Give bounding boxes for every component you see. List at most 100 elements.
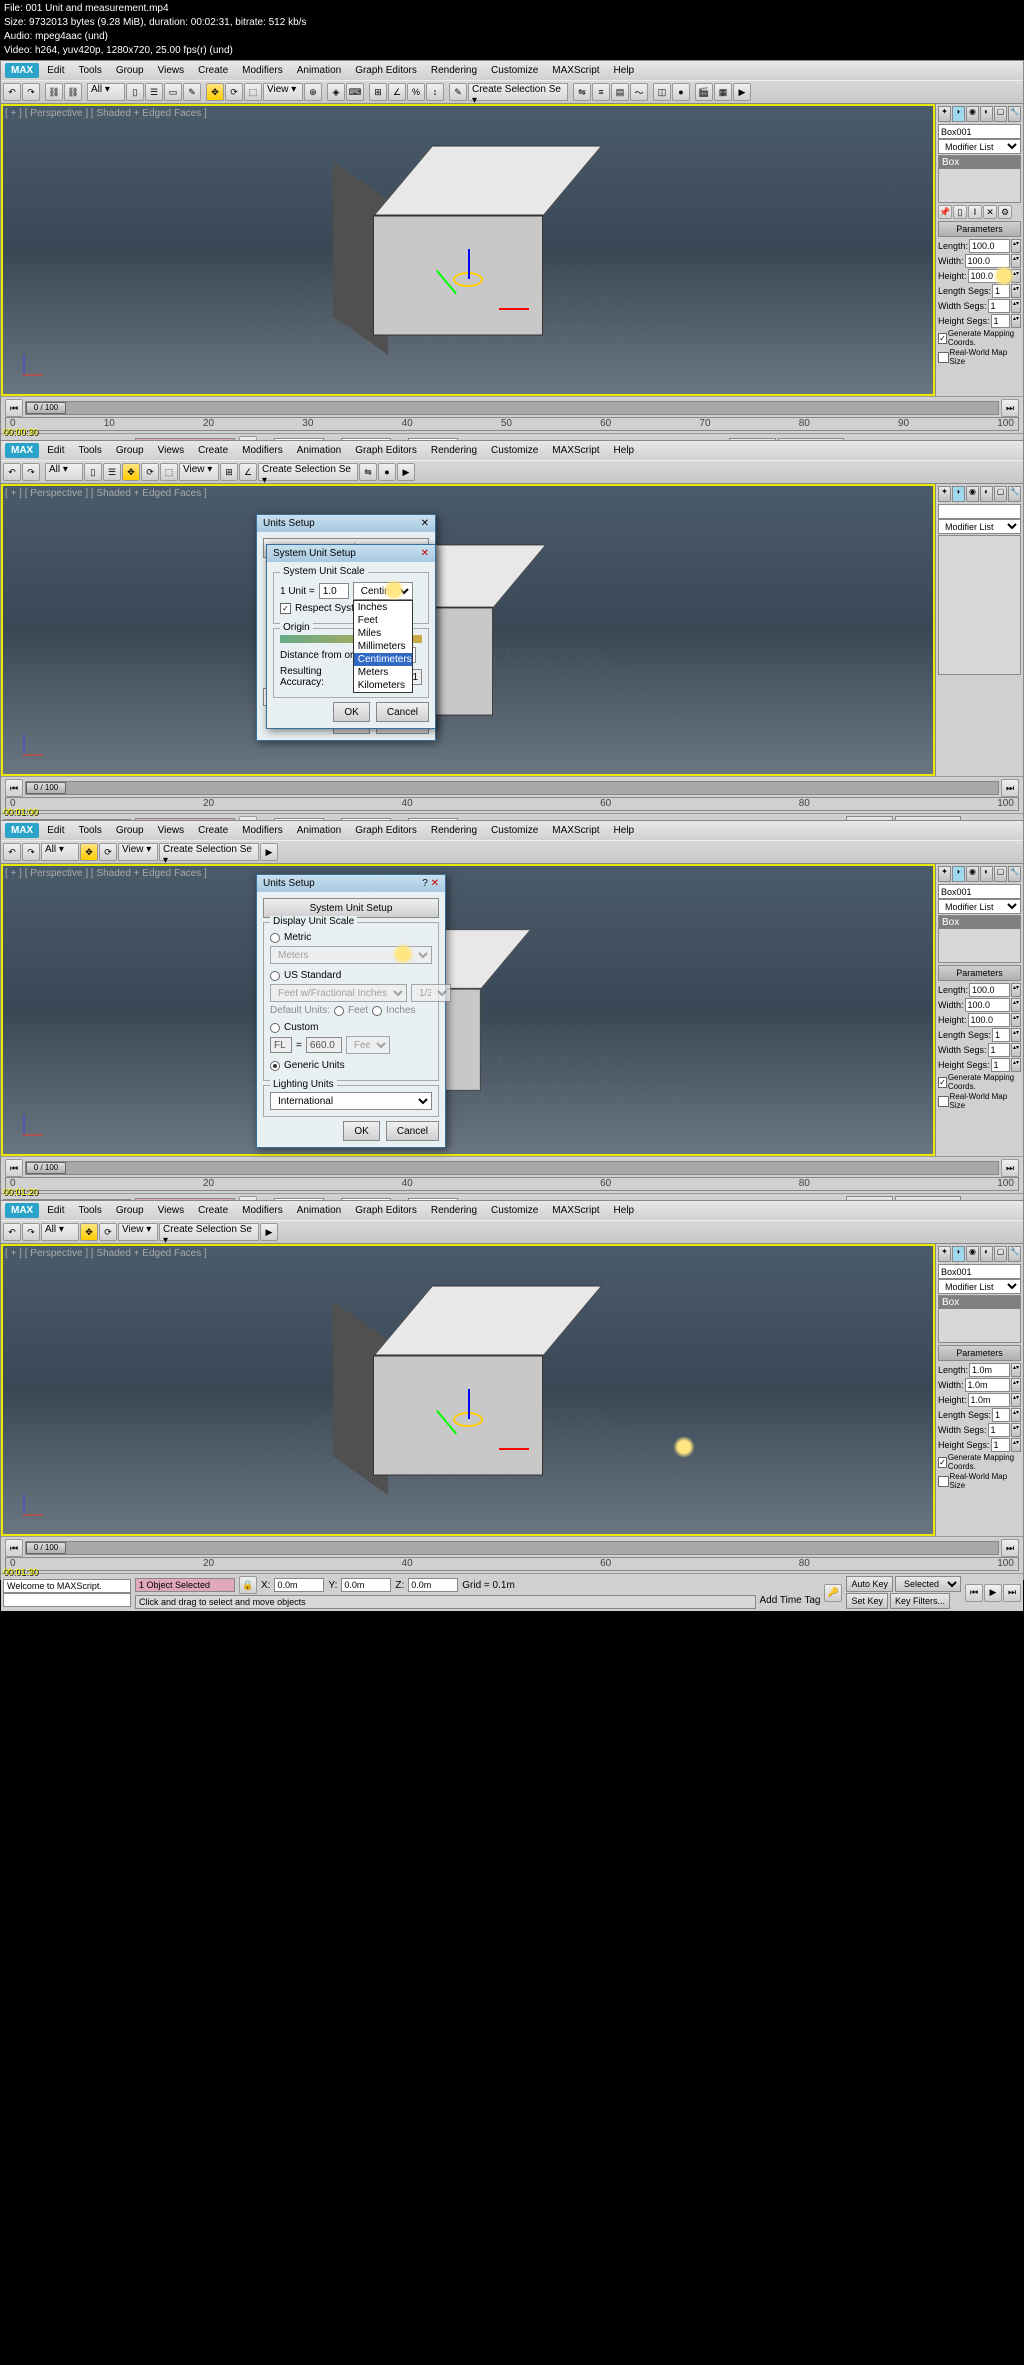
unique-icon[interactable]: Ⅰ xyxy=(968,205,982,219)
menu-views[interactable]: Views xyxy=(152,1203,191,1218)
select-icon[interactable]: ▯ xyxy=(84,463,102,481)
menu-modifiers[interactable]: Modifiers xyxy=(236,443,289,458)
menu-help[interactable]: Help xyxy=(608,443,641,458)
object-name-field[interactable] xyxy=(938,1264,1021,1279)
tab-motion-icon[interactable]: ◐ xyxy=(980,1246,993,1262)
time-end-icon[interactable]: ⏭ xyxy=(1001,1539,1019,1557)
sys-cancel-button[interactable]: Cancel xyxy=(376,702,429,722)
redo-icon[interactable]: ↷ xyxy=(22,843,40,861)
scale-icon[interactable]: ⬚ xyxy=(244,83,262,101)
parameters-rollout[interactable]: Parameters xyxy=(938,965,1021,981)
viewport[interactable] xyxy=(1,484,935,776)
ref-coord-selector[interactable]: View ▾ xyxy=(118,843,158,861)
real-world-checkbox[interactable] xyxy=(938,1476,949,1487)
object-name-field[interactable] xyxy=(938,124,1021,139)
remove-mod-icon[interactable]: ✕ xyxy=(983,205,997,219)
schematic-icon[interactable]: ◫ xyxy=(653,83,671,101)
max-menu[interactable]: MAX xyxy=(5,1203,39,1218)
menu-modifiers[interactable]: Modifiers xyxy=(236,63,289,78)
menu-help[interactable]: Help xyxy=(608,1203,641,1218)
menu-maxscript[interactable]: MAXScript xyxy=(546,63,605,78)
menu-tools[interactable]: Tools xyxy=(72,1203,107,1218)
time-slider[interactable]: 0 / 100 xyxy=(25,1541,999,1555)
wsegs-spinner[interactable]: ▴▾ xyxy=(1011,1423,1021,1437)
menu-animation[interactable]: Animation xyxy=(291,1203,347,1218)
hsegs-spinner[interactable]: ▴▾ xyxy=(1011,1438,1021,1452)
unit-option-inches[interactable]: Inches xyxy=(354,601,412,614)
gen-map-checkbox[interactable]: ✓ xyxy=(938,333,947,344)
hsegs-field[interactable] xyxy=(991,1058,1010,1072)
undo-icon[interactable]: ↶ xyxy=(3,1223,21,1241)
render-icon[interactable]: ▶ xyxy=(397,463,415,481)
width-field[interactable] xyxy=(965,998,1010,1012)
menu-views[interactable]: Views xyxy=(152,823,191,838)
hsegs-field[interactable] xyxy=(991,1438,1010,1452)
close-icon[interactable]: ✕ xyxy=(421,548,429,559)
menu-group[interactable]: Group xyxy=(110,1203,150,1218)
modifier-stack-item[interactable]: Box xyxy=(939,1296,1020,1309)
menu-maxscript[interactable]: MAXScript xyxy=(546,823,605,838)
system-unit-setup-button[interactable]: System Unit Setup xyxy=(263,898,439,918)
render-frame-icon[interactable]: ▦ xyxy=(714,83,732,101)
tab-create-icon[interactable]: ✦ xyxy=(938,486,951,502)
time-config-icon[interactable]: ⏮ xyxy=(5,399,23,417)
layers-icon[interactable]: ▤ xyxy=(611,83,629,101)
ref-coord-selector[interactable]: View ▾ xyxy=(263,83,303,101)
time-slider[interactable]: 0 / 100 xyxy=(25,781,999,795)
tab-create-icon[interactable]: ✦ xyxy=(938,106,951,122)
modifier-stack-item[interactable]: Box xyxy=(939,916,1020,929)
tab-modify-icon[interactable]: ◗ xyxy=(952,866,965,882)
lsegs-spinner[interactable]: ▴▾ xyxy=(1011,1028,1021,1042)
generic-radio[interactable] xyxy=(270,1061,280,1071)
menu-graph-editors[interactable]: Graph Editors xyxy=(349,63,423,78)
tab-create-icon[interactable]: ✦ xyxy=(938,866,951,882)
play-icon[interactable]: ▶ xyxy=(984,1584,1002,1602)
align-icon[interactable]: ≡ xyxy=(592,83,610,101)
modifier-list-select[interactable]: Modifier List xyxy=(938,899,1021,914)
move-icon[interactable]: ✥ xyxy=(206,83,224,101)
menu-help[interactable]: Help xyxy=(608,63,641,78)
custom-radio[interactable] xyxy=(270,1023,280,1033)
menu-rendering[interactable]: Rendering xyxy=(425,63,483,78)
modifier-list-select[interactable]: Modifier List xyxy=(938,519,1021,534)
viewport-label[interactable]: [ + ] [ Perspective ] [ Shaded + Edged F… xyxy=(5,108,207,119)
max-menu[interactable]: MAX xyxy=(5,443,39,458)
render-setup-icon[interactable]: 🎬 xyxy=(695,83,713,101)
unlink-icon[interactable]: ⛓ xyxy=(64,83,82,101)
render-icon[interactable]: ▶ xyxy=(733,83,751,101)
redo-icon[interactable]: ↷ xyxy=(22,83,40,101)
menu-tools[interactable]: Tools xyxy=(72,443,107,458)
ref-coord-selector[interactable]: View ▾ xyxy=(179,463,219,481)
x-field[interactable] xyxy=(274,1578,324,1592)
material-icon[interactable]: ● xyxy=(378,463,396,481)
angle-snap-icon[interactable]: ∠ xyxy=(388,83,406,101)
goto-start-icon[interactable]: ⏮ xyxy=(965,1584,983,1602)
select-name-icon[interactable]: ☰ xyxy=(103,463,121,481)
max-menu[interactable]: MAX xyxy=(5,823,39,838)
ref-coord-selector[interactable]: View ▾ xyxy=(118,1223,158,1241)
named-sel-dropdown[interactable]: Create Selection Se ▾ xyxy=(468,83,568,101)
render-icon[interactable]: ▶ xyxy=(260,843,278,861)
lsegs-field[interactable] xyxy=(992,1408,1010,1422)
tab-display-icon[interactable]: ▢ xyxy=(994,106,1007,122)
units-cancel-button[interactable]: Cancel xyxy=(386,1121,439,1141)
menu-modifiers[interactable]: Modifiers xyxy=(236,1203,289,1218)
object-name-field[interactable] xyxy=(938,504,1021,519)
mirror-icon[interactable]: ⇋ xyxy=(573,83,591,101)
height-field[interactable] xyxy=(968,1393,1010,1407)
wsegs-field[interactable] xyxy=(988,1423,1010,1437)
undo-icon[interactable]: ↶ xyxy=(3,843,21,861)
redo-icon[interactable]: ↷ xyxy=(22,1223,40,1241)
menu-create[interactable]: Create xyxy=(192,63,234,78)
select-icon[interactable]: ▯ xyxy=(126,83,144,101)
close-icon[interactable]: ✕ xyxy=(421,518,429,529)
hsegs-spinner[interactable]: ▴▾ xyxy=(1011,1058,1021,1072)
filter-selector[interactable]: All ▾ xyxy=(41,843,79,861)
wsegs-spinner[interactable]: ▴▾ xyxy=(1011,299,1021,313)
time-ruler[interactable]: 020406080100 xyxy=(5,797,1019,811)
angle-snap-icon[interactable]: ∠ xyxy=(239,463,257,481)
show-end-icon[interactable]: ▯ xyxy=(953,205,967,219)
viewport-label[interactable]: [ + ] [ Perspective ] [ Shaded + Edged F… xyxy=(5,868,207,879)
real-world-checkbox[interactable] xyxy=(938,352,949,363)
tab-display-icon[interactable]: ▢ xyxy=(994,1246,1007,1262)
